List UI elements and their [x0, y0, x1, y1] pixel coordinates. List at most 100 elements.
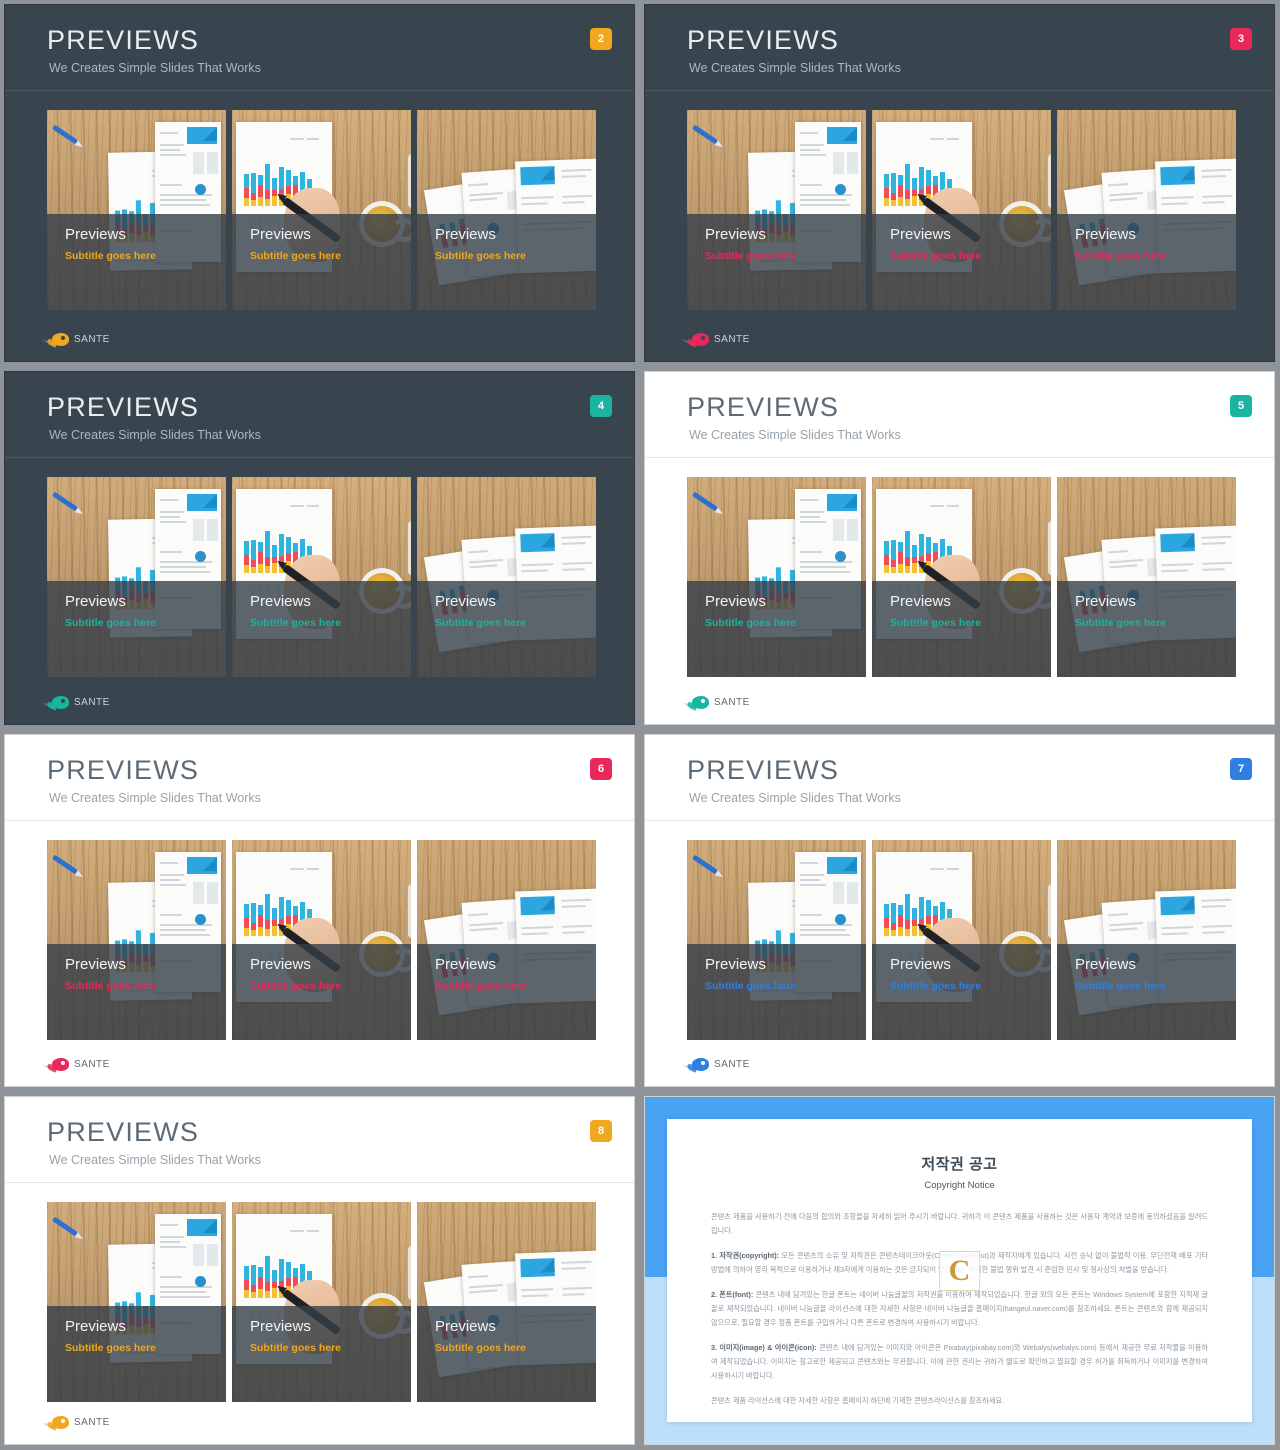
card-title: Previews — [65, 956, 126, 973]
slide-number-badge[interactable]: 2 — [590, 28, 612, 50]
rocket-icon — [681, 1057, 709, 1073]
rocket-icon — [41, 1415, 69, 1431]
brand-footer: SANTE — [41, 332, 110, 348]
preview-card[interactable]: Previews Subtitle goes here — [872, 840, 1051, 1040]
slide-5[interactable]: PREVIEWS We Creates Simple Slides That W… — [644, 371, 1275, 725]
slide-cell-6: PREVIEWS We Creates Simple Slides That W… — [0, 730, 640, 1092]
slide-6[interactable]: PREVIEWS We Creates Simple Slides That W… — [4, 734, 635, 1087]
copyright-paragraph: 3. 이미지(image) & 아이콘(icon): 콘텐츠 내에 담겨있는 이… — [711, 1343, 1208, 1381]
card-caption: Previews Subtitle goes here — [1057, 944, 1236, 1040]
card-title: Previews — [705, 226, 766, 243]
slide-number-badge[interactable]: 3 — [1230, 28, 1252, 50]
page-title: PREVIEWS — [687, 392, 840, 422]
card-title: Previews — [890, 593, 951, 610]
card-caption: Previews Subtitle goes here — [1057, 214, 1236, 310]
preview-card[interactable]: Previews Subtitle goes here — [417, 477, 596, 677]
preview-card[interactable]: Previews Subtitle goes here — [417, 840, 596, 1040]
preview-card[interactable]: Previews Subtitle goes here — [1057, 110, 1236, 310]
card-title: Previews — [250, 1318, 311, 1335]
preview-card[interactable]: Previews Subtitle goes here — [417, 110, 596, 310]
preview-card[interactable]: Previews Subtitle goes here — [47, 840, 226, 1040]
card-subtitle: Subtitle goes here — [65, 617, 157, 629]
slide-header: PREVIEWS We Creates Simple Slides That W… — [5, 5, 634, 91]
preview-card[interactable]: Previews Subtitle goes here — [872, 110, 1051, 310]
slide-7[interactable]: PREVIEWS We Creates Simple Slides That W… — [644, 734, 1275, 1087]
rocket-icon — [41, 695, 69, 711]
page-title: PREVIEWS — [47, 25, 200, 55]
page-subtitle: We Creates Simple Slides That Works — [49, 428, 261, 442]
slide-4[interactable]: PREVIEWS We Creates Simple Slides That W… — [4, 371, 635, 725]
slide-header: PREVIEWS We Creates Simple Slides That W… — [645, 5, 1274, 91]
card-title: Previews — [65, 1318, 126, 1335]
copyright-paragraph: 콘텐츠 제품을 사용하기 전에 다음의 합의와 조항들을 자세히 읽어 주시기 … — [711, 1212, 1208, 1236]
page-subtitle: We Creates Simple Slides That Works — [49, 61, 261, 75]
card-caption: Previews Subtitle goes here — [1057, 581, 1236, 677]
slide-number-badge[interactable]: 5 — [1230, 395, 1252, 417]
slide-cell-7: PREVIEWS We Creates Simple Slides That W… — [640, 730, 1280, 1092]
copyright-body: 콘텐츠 제품을 사용하기 전에 다음의 합의와 조항들을 자세히 읽어 주시기 … — [711, 1210, 1208, 1408]
slide-2[interactable]: PREVIEWS We Creates Simple Slides That W… — [4, 4, 635, 362]
card-caption: Previews Subtitle goes here — [47, 944, 226, 1040]
slide-thumbnail-grid: PREVIEWS We Creates Simple Slides That W… — [0, 0, 1280, 1450]
preview-card[interactable]: Previews Subtitle goes here — [1057, 477, 1236, 677]
slide-3[interactable]: PREVIEWS We Creates Simple Slides That W… — [644, 4, 1275, 362]
card-title: Previews — [1075, 226, 1136, 243]
slide-number-badge[interactable]: 7 — [1230, 758, 1252, 780]
page-title: PREVIEWS — [47, 392, 200, 422]
card-subtitle: Subtitle goes here — [890, 250, 982, 262]
preview-card[interactable]: Previews Subtitle goes here — [232, 110, 411, 310]
page-title: PREVIEWS — [47, 1117, 200, 1147]
card-subtitle: Subtitle goes here — [1075, 980, 1167, 992]
card-subtitle: Subtitle goes here — [705, 250, 797, 262]
slide-8[interactable]: PREVIEWS We Creates Simple Slides That W… — [4, 1096, 635, 1445]
copyright-heading-en: Copyright Notice — [924, 1180, 995, 1191]
slide-header: PREVIEWS We Creates Simple Slides That W… — [645, 372, 1274, 458]
brand-footer: SANTE — [41, 695, 110, 711]
rocket-icon — [41, 332, 69, 348]
page-title: PREVIEWS — [687, 755, 840, 785]
card-subtitle: Subtitle goes here — [65, 250, 157, 262]
preview-card[interactable]: Previews Subtitle goes here — [232, 840, 411, 1040]
page-subtitle: We Creates Simple Slides That Works — [49, 791, 261, 805]
preview-card[interactable]: Previews Subtitle goes here — [1057, 840, 1236, 1040]
slide-number-badge[interactable]: 8 — [590, 1120, 612, 1142]
card-title: Previews — [435, 1318, 496, 1335]
slide-header: PREVIEWS We Creates Simple Slides That W… — [5, 1097, 634, 1183]
card-subtitle: Subtitle goes here — [250, 617, 342, 629]
preview-card[interactable]: Previews Subtitle goes here — [232, 477, 411, 677]
page-subtitle: We Creates Simple Slides That Works — [689, 61, 901, 75]
preview-card-strip: Previews Subtitle goes here Previews Sub… — [47, 840, 596, 1040]
preview-card[interactable]: Previews Subtitle goes here — [47, 477, 226, 677]
preview-card[interactable]: Previews Subtitle goes here — [687, 840, 866, 1040]
card-caption: Previews Subtitle goes here — [232, 214, 411, 310]
brand-label: SANTE — [74, 334, 110, 345]
card-title: Previews — [250, 956, 311, 973]
card-subtitle: Subtitle goes here — [705, 617, 797, 629]
card-caption: Previews Subtitle goes here — [47, 581, 226, 677]
copyright-slide[interactable]: 저작권 공고 Copyright Notice 콘텐츠 제품을 사용하기 전에 … — [644, 1096, 1275, 1445]
preview-card[interactable]: Previews Subtitle goes here — [232, 1202, 411, 1402]
card-subtitle: Subtitle goes here — [250, 1342, 342, 1354]
slide-number-badge[interactable]: 6 — [590, 758, 612, 780]
preview-card[interactable]: Previews Subtitle goes here — [872, 477, 1051, 677]
preview-card[interactable]: Previews Subtitle goes here — [687, 110, 866, 310]
card-caption: Previews Subtitle goes here — [417, 944, 596, 1040]
preview-card[interactable]: Previews Subtitle goes here — [47, 1202, 226, 1402]
brand-label: SANTE — [74, 1417, 110, 1428]
card-subtitle: Subtitle goes here — [65, 1342, 157, 1354]
card-title: Previews — [705, 956, 766, 973]
card-title: Previews — [435, 956, 496, 973]
preview-card[interactable]: Previews Subtitle goes here — [47, 110, 226, 310]
card-subtitle: Subtitle goes here — [705, 980, 797, 992]
card-subtitle: Subtitle goes here — [435, 980, 527, 992]
slide-header: PREVIEWS We Creates Simple Slides That W… — [645, 735, 1274, 821]
preview-card[interactable]: Previews Subtitle goes here — [687, 477, 866, 677]
slide-number-badge[interactable]: 4 — [590, 395, 612, 417]
page-subtitle: We Creates Simple Slides That Works — [689, 791, 901, 805]
card-title: Previews — [250, 226, 311, 243]
card-caption: Previews Subtitle goes here — [872, 581, 1051, 677]
copyright-watermark-icon: C — [938, 1250, 981, 1291]
card-subtitle: Subtitle goes here — [65, 980, 157, 992]
card-caption: Previews Subtitle goes here — [47, 1306, 226, 1402]
preview-card[interactable]: Previews Subtitle goes here — [417, 1202, 596, 1402]
